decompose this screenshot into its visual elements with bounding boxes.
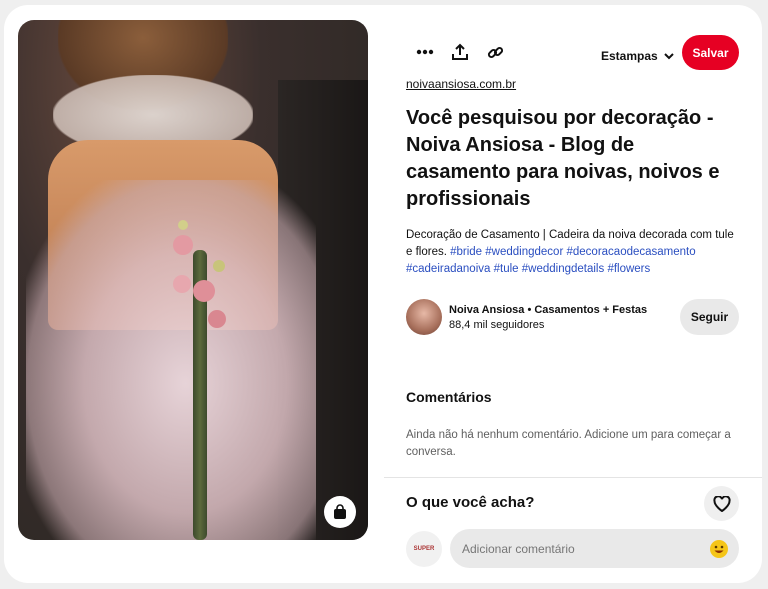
comment-box[interactable] xyxy=(450,528,739,569)
image-flower xyxy=(213,260,225,272)
shop-button[interactable] xyxy=(324,496,356,528)
image-flower xyxy=(208,310,226,328)
comments-heading[interactable]: Comentários xyxy=(406,389,492,405)
chevron-down-icon xyxy=(663,52,674,59)
emoji-button[interactable] xyxy=(707,537,731,561)
shopping-bag-icon xyxy=(334,504,346,519)
copy-link-button[interactable] xyxy=(480,37,510,67)
share-icon xyxy=(452,43,468,60)
comment-prompt: O que você acha? xyxy=(406,494,535,511)
user-avatar-text: SUPER xyxy=(413,546,435,552)
link-icon xyxy=(487,46,503,58)
heart-icon xyxy=(712,495,731,512)
hashtag-link[interactable]: #flowers xyxy=(607,263,650,275)
image-flower xyxy=(178,220,188,230)
author-name[interactable]: Noiva Ansiosa • Casamentos + Festas xyxy=(449,304,647,316)
image-tulle xyxy=(26,180,316,540)
hashtag-link[interactable]: #weddingdetails xyxy=(522,263,604,275)
user-avatar[interactable]: SUPER xyxy=(406,531,442,567)
follower-count: 88,4 mil seguidores xyxy=(449,319,545,331)
save-button[interactable]: Salvar xyxy=(682,35,739,70)
comment-input[interactable] xyxy=(450,528,707,569)
board-label: Estampas xyxy=(601,49,658,63)
pin-card: Estampas Salvar noivaansiosa.com.br Você… xyxy=(4,5,762,583)
hashtag-link[interactable]: #bride xyxy=(450,246,482,258)
source-link[interactable]: noivaansiosa.com.br xyxy=(406,77,516,91)
more-button[interactable] xyxy=(410,37,440,67)
pin-title: Você pesquisou por decoração - Noiva Ans… xyxy=(406,107,720,210)
follow-button[interactable]: Seguir xyxy=(680,299,739,335)
hashtag-link[interactable]: #tule xyxy=(494,263,519,275)
image-flower xyxy=(193,280,215,302)
pin-description: Decoração de Casamento | Cadeira da noiv… xyxy=(406,227,736,278)
image-flower xyxy=(173,275,191,293)
divider xyxy=(384,477,762,478)
share-button[interactable] xyxy=(445,37,475,67)
hashtag-link[interactable]: #cadeiradanoiva xyxy=(406,263,490,275)
image-flower xyxy=(173,235,193,255)
emoji-icon xyxy=(710,539,728,558)
react-button[interactable] xyxy=(704,486,739,521)
more-icon xyxy=(416,49,434,55)
board-selector[interactable]: Estampas xyxy=(601,45,674,67)
pin-image[interactable] xyxy=(18,20,368,540)
hashtag-link[interactable]: #weddingdecor xyxy=(485,246,563,258)
author-avatar[interactable] xyxy=(406,299,442,335)
hashtag-link[interactable]: #decoracaodecasamento xyxy=(567,246,696,258)
no-comments-text: Ainda não há nenhum comentário. Adicione… xyxy=(406,429,731,458)
